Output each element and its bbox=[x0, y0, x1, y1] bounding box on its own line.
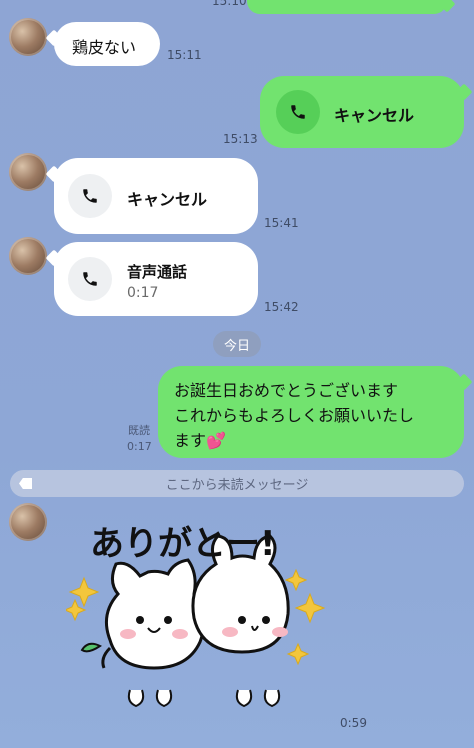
avatar[interactable] bbox=[9, 237, 47, 275]
birthday-message-bubble[interactable]: お誕生日おめでとうございます これからもよろしくお願いいたし ます💕 bbox=[158, 366, 464, 458]
phone-icon bbox=[276, 90, 320, 134]
phone-icon bbox=[68, 257, 112, 301]
birthday-line-1: お誕生日おめでとうございます bbox=[174, 381, 399, 400]
call-bubble-right[interactable]: キャンセル bbox=[260, 76, 464, 148]
phone-icon bbox=[68, 174, 112, 218]
sticker-message[interactable]: ありがとー! bbox=[63, 508, 326, 738]
call-label: 音声通話 bbox=[127, 263, 188, 281]
read-label: 既読 bbox=[128, 424, 150, 437]
birthday-line-3-wrap: ます💕 bbox=[174, 427, 226, 451]
read-time: 0:17 bbox=[127, 440, 152, 453]
unread-messages-bar[interactable]: ここから未読メッセージ bbox=[10, 470, 464, 497]
message-time: 15:41 bbox=[264, 216, 299, 230]
message-text: 鶏皮ない bbox=[72, 38, 137, 57]
birthday-line-2: これからもよろしくお願いいたし bbox=[174, 406, 415, 425]
birthday-line-3: ます bbox=[174, 431, 207, 450]
unread-label: ここから未読メッセージ bbox=[165, 478, 309, 493]
partial-green-bubble[interactable] bbox=[247, 0, 447, 14]
message-time: 15:11 bbox=[167, 48, 202, 62]
message-bubble-text[interactable]: 鶏皮ない bbox=[54, 22, 160, 66]
hearts-emoji: 💕 bbox=[206, 431, 226, 450]
message-time: 15:42 bbox=[264, 300, 299, 314]
avatar[interactable] bbox=[9, 153, 47, 191]
avatar[interactable] bbox=[9, 18, 47, 56]
voice-call-bubble[interactable]: 音声通話 0:17 bbox=[54, 242, 258, 316]
call-bubble-left[interactable]: キャンセル bbox=[54, 158, 258, 234]
tag-icon bbox=[19, 478, 32, 489]
sticker-text: ありがとー! bbox=[90, 524, 276, 564]
time-top: 15:10 bbox=[212, 0, 247, 8]
call-label: キャンセル bbox=[127, 190, 208, 209]
call-duration: 0:17 bbox=[127, 285, 159, 301]
message-time: 15:13 bbox=[223, 132, 258, 146]
avatar[interactable] bbox=[9, 503, 47, 541]
date-separator: 今日 bbox=[213, 331, 261, 357]
call-label: キャンセル bbox=[334, 106, 415, 125]
sticker-time: 0:59 bbox=[340, 716, 367, 730]
